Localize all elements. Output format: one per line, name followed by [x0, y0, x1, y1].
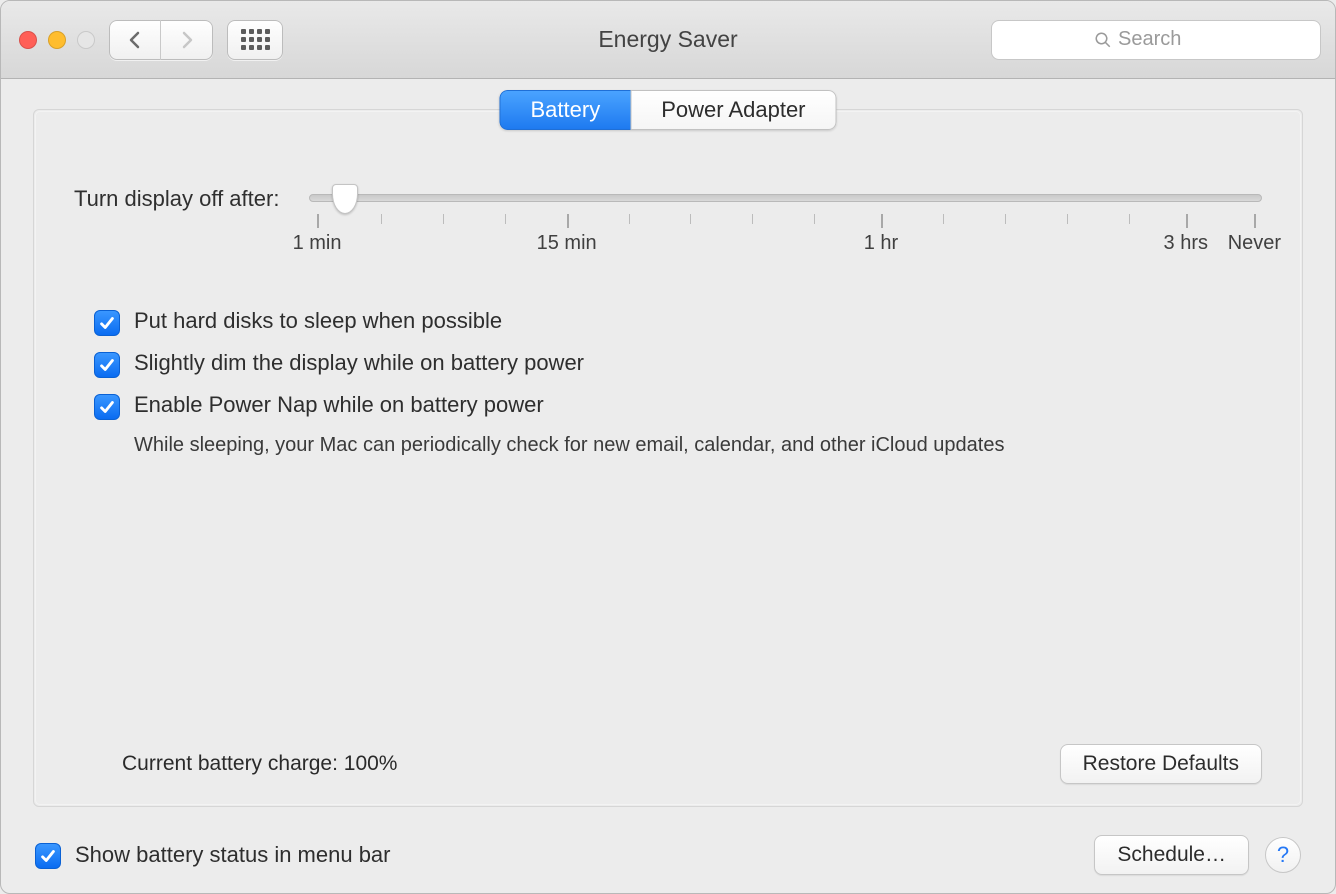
checkmark-icon	[98, 314, 116, 332]
zoom-window-button[interactable]	[77, 31, 95, 49]
window-title: Energy Saver	[598, 26, 737, 53]
tick-label-15min: 15 min	[537, 232, 597, 255]
footer-row: Show battery status in menu bar Schedule…	[33, 835, 1303, 875]
display-off-row: Turn display off after: 1 min 15 min 1 h…	[74, 180, 1262, 258]
status-row: Current battery charge: 100% Restore Def…	[122, 744, 1262, 784]
tick-label-3hrs: 3 hrs	[1164, 232, 1208, 255]
restore-defaults-button[interactable]: Restore Defaults	[1060, 744, 1262, 784]
search-field[interactable]	[991, 20, 1321, 60]
search-icon	[1094, 31, 1112, 49]
tab-battery[interactable]: Battery	[499, 90, 630, 130]
options-list: Put hard disks to sleep when possible Sl…	[94, 308, 1262, 457]
slider-track	[309, 194, 1262, 202]
option-show-menu-bar[interactable]: Show battery status in menu bar	[35, 841, 391, 869]
checkbox-dim-display[interactable]	[94, 352, 120, 378]
preferences-window: Energy Saver Battery Power Adapter Turn …	[0, 0, 1336, 894]
tab-power-adapter[interactable]: Power Adapter	[630, 90, 836, 130]
slider-ticks	[309, 214, 1262, 228]
help-button[interactable]: ?	[1265, 837, 1301, 873]
option-hard-disks-label: Put hard disks to sleep when possible	[134, 308, 502, 334]
show-all-button[interactable]	[227, 20, 283, 60]
tick-label-never: Never	[1228, 232, 1281, 255]
schedule-button[interactable]: Schedule…	[1094, 835, 1249, 875]
checkbox-hard-disks[interactable]	[94, 310, 120, 336]
display-off-label: Turn display off after:	[74, 180, 279, 212]
slider-thumb[interactable]	[332, 184, 358, 214]
chevron-right-icon	[180, 31, 194, 49]
display-off-slider[interactable]: 1 min 15 min 1 hr 3 hrs Never	[309, 180, 1262, 258]
current-charge-label: Current battery charge: 100%	[122, 752, 397, 776]
window-controls	[19, 31, 95, 49]
option-hard-disks[interactable]: Put hard disks to sleep when possible	[94, 308, 1262, 336]
tab-group: Battery Power Adapter	[499, 90, 836, 130]
checkmark-icon	[98, 398, 116, 416]
checkbox-power-nap[interactable]	[94, 394, 120, 420]
minimize-window-button[interactable]	[48, 31, 66, 49]
settings-panel: Battery Power Adapter Turn display off a…	[33, 109, 1303, 807]
option-power-nap-sub: While sleeping, your Mac can periodicall…	[134, 434, 1262, 457]
forward-button[interactable]	[161, 20, 213, 60]
close-window-button[interactable]	[19, 31, 37, 49]
chevron-left-icon	[128, 31, 142, 49]
search-input[interactable]	[1118, 28, 1218, 51]
content-area: Battery Power Adapter Turn display off a…	[1, 79, 1335, 893]
tick-label-1hr: 1 hr	[864, 232, 898, 255]
checkbox-show-menu-bar[interactable]	[35, 843, 61, 869]
option-show-menu-bar-label: Show battery status in menu bar	[75, 842, 391, 868]
tick-label-1min: 1 min	[293, 232, 342, 255]
option-power-nap[interactable]: Enable Power Nap while on battery power	[94, 392, 1262, 420]
checkmark-icon	[39, 847, 57, 865]
back-button[interactable]	[109, 20, 161, 60]
slider-tick-labels: 1 min 15 min 1 hr 3 hrs Never	[309, 232, 1262, 258]
grid-icon	[241, 29, 270, 50]
option-dim-display[interactable]: Slightly dim the display while on batter…	[94, 350, 1262, 378]
nav-buttons	[109, 20, 213, 60]
titlebar: Energy Saver	[1, 1, 1335, 79]
option-dim-display-label: Slightly dim the display while on batter…	[134, 350, 584, 376]
checkmark-icon	[98, 356, 116, 374]
option-power-nap-label: Enable Power Nap while on battery power	[134, 392, 544, 418]
